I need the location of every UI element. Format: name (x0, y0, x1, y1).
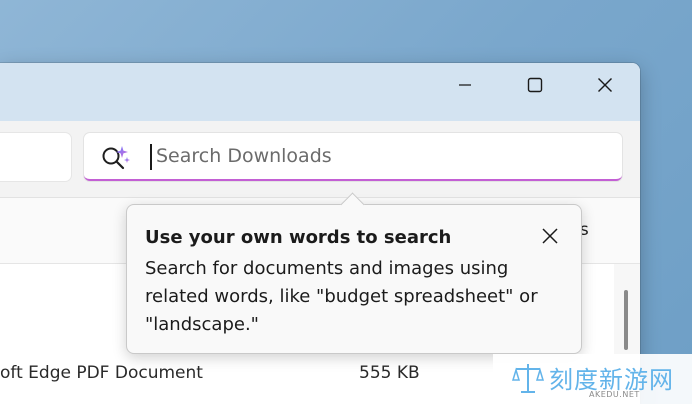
search-teaching-tip: Use your own words to search Search for … (126, 192, 582, 354)
search-box[interactable] (84, 133, 622, 181)
tooltip-body: Search for documents and images using re… (145, 258, 538, 335)
text-caret (150, 144, 152, 170)
address-toolbar (0, 121, 640, 198)
ai-search-sparkle-icon (102, 146, 130, 170)
minimize-icon (459, 84, 471, 86)
site-watermark: 刻度新游网 AKEDU.NET (493, 354, 692, 404)
scrollbar-thumb[interactable] (624, 290, 628, 350)
maximize-button[interactable] (500, 63, 570, 107)
address-bar[interactable] (0, 133, 71, 181)
tooltip-title: Use your own words to search (145, 227, 452, 248)
tooltip-close-button[interactable] (535, 221, 565, 251)
balance-scale-logo-icon (511, 364, 545, 393)
close-icon (598, 78, 612, 92)
title-bar (0, 63, 640, 121)
close-icon (542, 228, 558, 244)
search-input[interactable] (156, 141, 596, 171)
minimize-button[interactable] (430, 63, 500, 107)
file-size-cell: 555 KB (359, 363, 420, 383)
file-type-cell: oft Edge PDF Document (0, 363, 203, 383)
close-window-button[interactable] (570, 63, 640, 107)
maximize-icon (527, 77, 543, 93)
watermark-url: AKEDU.NET (589, 390, 640, 399)
